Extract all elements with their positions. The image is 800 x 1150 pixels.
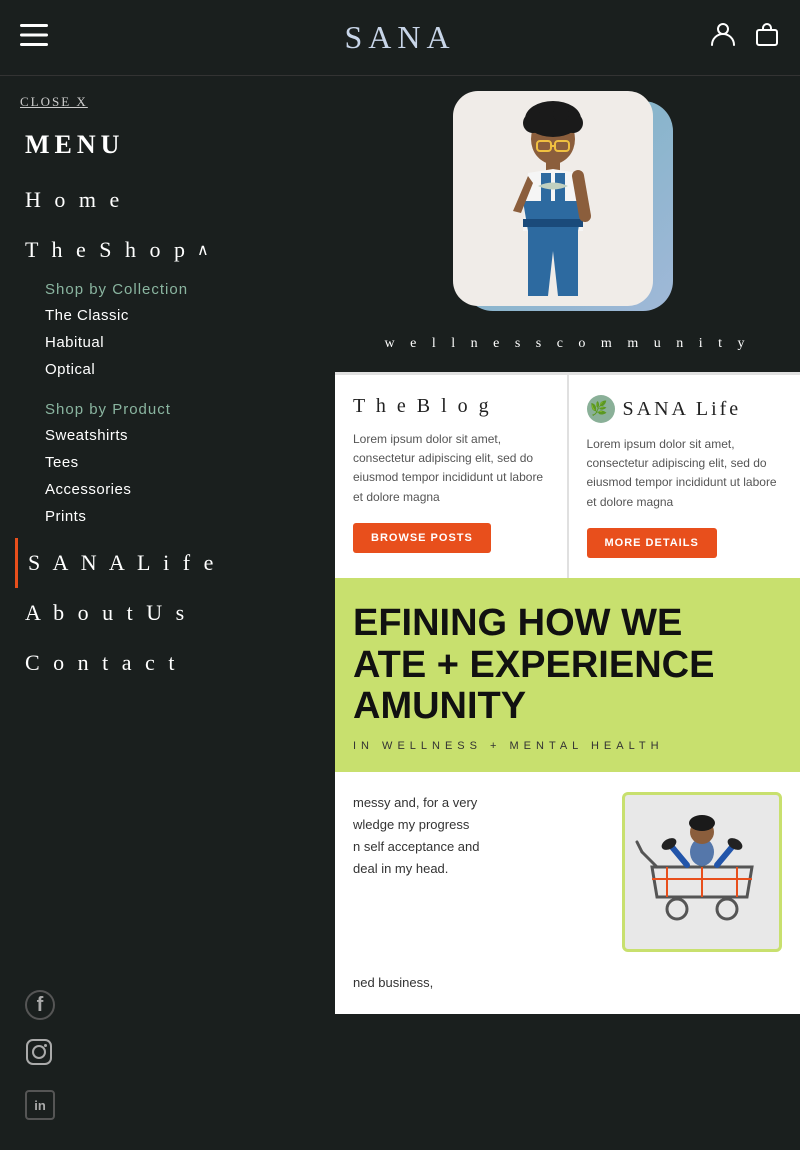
instagram-icon[interactable] [25, 1038, 310, 1072]
sana-life-card: 🌿 SANA Life Lorem ipsum dolor sit amet, … [569, 375, 800, 578]
bag-icon[interactable] [754, 21, 780, 54]
site-logo[interactable]: SANA [344, 19, 455, 56]
submenu-item-habitual[interactable]: Habitual [45, 329, 310, 356]
submenu-collection-header[interactable]: Shop by Collection [45, 275, 310, 302]
blog-text: Lorem ipsum dolor sit amet, consectetur … [353, 430, 549, 507]
more-details-button[interactable]: MORE DETAILS [587, 528, 717, 558]
article-section: messy and, for a very wledge my progress… [335, 772, 800, 972]
submenu-item-accessories[interactable]: Accessories [45, 476, 310, 503]
right-content: w e l l n e s s c o m m u n i t y T h e … [335, 76, 800, 1150]
linkedin-icon[interactable]: in [25, 1090, 55, 1120]
sana-life-icon: 🌿 [587, 395, 615, 423]
facebook-icon[interactable]: f [25, 990, 55, 1020]
green-hero-section: EFINING HOW WE ATE + EXPERIENCE AMUNITY … [335, 578, 800, 772]
submenu-item-tees[interactable]: Tees [45, 449, 310, 476]
hero-section: w e l l n e s s c o m m u n i t y [335, 76, 800, 372]
submenu-item-sweatshirts[interactable]: Sweatshirts [45, 422, 310, 449]
nav-item-shop[interactable]: T h e S h o p ∧ [25, 225, 310, 275]
submenu-item-classic[interactable]: The Classic [45, 302, 310, 329]
nav-item-contact[interactable]: C o n t a c t [25, 638, 310, 688]
article-image [622, 792, 782, 952]
article-bottom-text: ned business, [353, 972, 782, 994]
submenu-item-prints[interactable]: Prints [45, 503, 310, 530]
nav-item-home[interactable]: H o m e [25, 175, 310, 225]
hero-tagline: w e l l n e s s c o m m u n i t y [385, 336, 751, 352]
user-icon[interactable] [710, 21, 736, 54]
blog-title: T h e B l o g [353, 395, 549, 418]
article-bottom: ned business, [335, 972, 800, 1014]
chevron-up-icon: ∧ [197, 240, 213, 260]
menu-label: MENU [0, 120, 335, 175]
nav-item-about[interactable]: A b o u t U s [25, 588, 310, 638]
browse-posts-button[interactable]: BROWSE POSTS [353, 523, 491, 553]
menu-overlay: CLOSE X MENU H o m e T h e S h o p ∧ Sho… [0, 76, 335, 1150]
blog-card: T h e B l o g Lorem ipsum dolor sit amet… [335, 375, 569, 578]
fashion-figure [473, 101, 633, 306]
submenu-product-header[interactable]: Shop by Product [45, 395, 310, 422]
nav-item-sana-life[interactable]: S A N A L i f e [15, 538, 310, 588]
blog-section: T h e B l o g Lorem ipsum dolor sit amet… [335, 372, 800, 578]
green-hero-title: EFINING HOW WE ATE + EXPERIENCE AMUNITY [353, 603, 782, 728]
close-button[interactable]: CLOSE X [0, 76, 335, 120]
sana-life-text: Lorem ipsum dolor sit amet, consectetur … [587, 435, 783, 512]
hamburger-icon[interactable] [20, 24, 48, 52]
article-text: messy and, for a very wledge my progress… [353, 792, 607, 952]
header-icons [710, 21, 780, 54]
hero-image-container [453, 91, 683, 321]
header: SANA [0, 0, 800, 75]
hero-image-card [453, 91, 653, 306]
social-icons: f in [0, 970, 335, 1150]
sana-life-title: 🌿 SANA Life [587, 395, 783, 423]
main-nav: H o m e T h e S h o p ∧ Shop by Collecti… [0, 175, 335, 970]
green-hero-subtitle: IN WELLNESS + MENTAL HEALTH [353, 740, 782, 752]
submenu-item-optical[interactable]: Optical [45, 356, 310, 383]
shop-submenu: Shop by Collection The Classic Habitual … [25, 275, 310, 530]
cart-illustration [627, 797, 777, 947]
